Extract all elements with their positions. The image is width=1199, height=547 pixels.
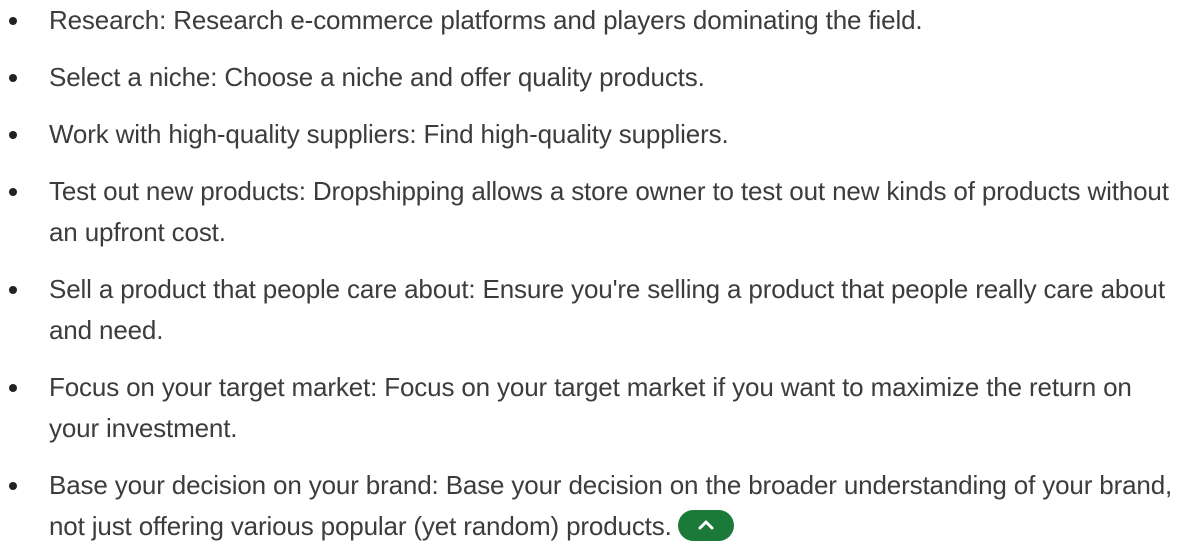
- chevron-up-icon: [698, 520, 714, 530]
- list-item-text: Focus on your target market: Focus on yo…: [49, 372, 1132, 443]
- bullet-icon: [9, 384, 17, 392]
- list-item: Base your decision on your brand: Base y…: [0, 465, 1179, 547]
- list-item-text: Research: Research e-commerce platforms …: [49, 5, 923, 35]
- list-item-text: Base your decision on your brand: Base y…: [49, 470, 1173, 541]
- tips-list: Research: Research e-commerce platforms …: [0, 0, 1179, 547]
- bullet-icon: [9, 188, 17, 196]
- list-item: Test out new products: Dropshipping allo…: [0, 171, 1179, 253]
- bullet-icon: [9, 74, 17, 82]
- bullet-icon: [9, 482, 17, 490]
- list-item-text: Sell a product that people care about: E…: [49, 274, 1165, 345]
- article-content: Research: Research e-commerce platforms …: [0, 0, 1199, 547]
- list-item-text: Select a niche: Choose a niche and offer…: [49, 62, 705, 92]
- list-item: Research: Research e-commerce platforms …: [0, 0, 1179, 41]
- list-item: Focus on your target market: Focus on yo…: [0, 367, 1179, 449]
- bullet-icon: [9, 286, 17, 294]
- list-item: Work with high-quality suppliers: Find h…: [0, 114, 1179, 155]
- collapse-toggle-button[interactable]: [677, 509, 734, 541]
- bullet-icon: [9, 131, 17, 139]
- list-item: Select a niche: Choose a niche and offer…: [0, 57, 1179, 98]
- list-item-text: Work with high-quality suppliers: Find h…: [49, 119, 729, 149]
- list-item: Sell a product that people care about: E…: [0, 269, 1179, 351]
- list-item-text: Test out new products: Dropshipping allo…: [49, 176, 1169, 247]
- bullet-icon: [9, 17, 17, 25]
